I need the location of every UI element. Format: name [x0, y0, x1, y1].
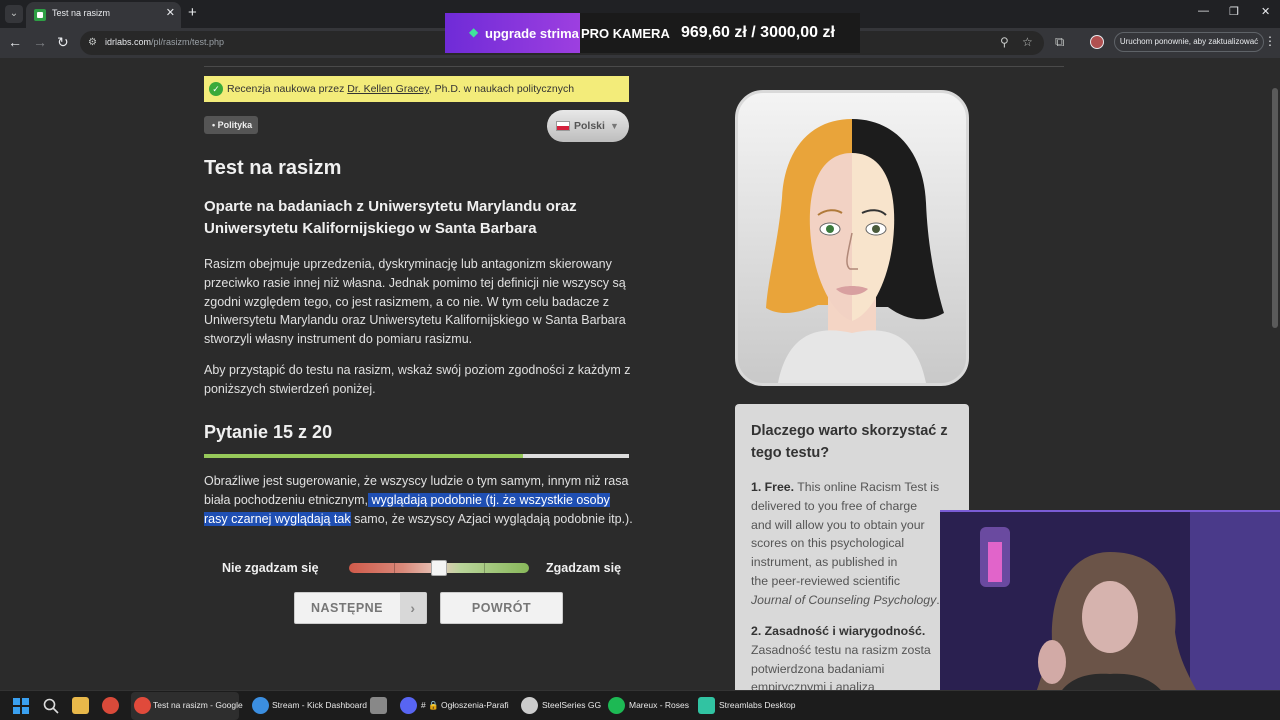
- minimize-icon[interactable]: —: [1198, 5, 1209, 17]
- page-title: Test na rasizm: [204, 157, 342, 179]
- point-2-label: 2. Zasadność i wiarygodność.: [751, 624, 926, 638]
- category-tag[interactable]: • Polityka: [204, 116, 259, 134]
- tab-close-icon[interactable]: ✕: [166, 6, 175, 19]
- point-1-line: This online Racism Test is: [794, 480, 940, 494]
- url-path: /pl/rasizm/test.php: [151, 37, 225, 47]
- agreement-slider[interactable]: [349, 560, 529, 576]
- sidebox-point-1: 1. Free. This online Racism Test is deli…: [751, 478, 969, 610]
- slider-handle[interactable]: [431, 560, 447, 576]
- slider-tick: [484, 563, 485, 573]
- question-text: Obraźliwe jest sugerowanie, że wszyscy l…: [204, 472, 634, 528]
- point-1-label: 1. Free.: [751, 480, 795, 494]
- caret-down-icon: ▼: [610, 121, 619, 131]
- agree-label: Zgadzam się: [546, 561, 622, 575]
- reload-icon[interactable]: ↻: [57, 34, 69, 51]
- review-prefix: Recenzja naukowa przez: [227, 83, 348, 95]
- streamlabs-icon: [698, 697, 715, 714]
- spotify-icon: [608, 697, 625, 714]
- url-text[interactable]: idrlabs.com/pl/rasizm/test.php: [105, 37, 224, 47]
- divider: [204, 66, 1064, 67]
- restore-icon[interactable]: ❐: [1229, 5, 1239, 18]
- intro-paragraph-1: Rasizm obejmuje uprzedzenia, dyskryminac…: [204, 257, 626, 347]
- review-banner: ✓ Recenzja naukowa przez Dr. Kellen Grac…: [204, 76, 629, 102]
- question-progress-fill: [204, 454, 523, 458]
- taskbar-item-label[interactable]: Streamlabs Desktop: [719, 700, 796, 710]
- forward-icon[interactable]: →: [33, 34, 47, 50]
- chrome-app-icon: [252, 697, 269, 714]
- review-suffix: , Ph.D. w naukach politycznych: [428, 83, 575, 95]
- overlay-label: upgrade strima: [485, 26, 579, 41]
- zoom-icon[interactable]: ⚲: [1000, 35, 1009, 49]
- app-icon[interactable]: [370, 697, 387, 714]
- journal-name: Journal of Counseling Psychology: [751, 592, 937, 607]
- page-subtitle: Oparte na badaniach z Uniwersytetu Maryl…: [204, 198, 577, 237]
- tab-active[interactable]: Test na rasizm ✕: [26, 2, 181, 28]
- face-illustration: [735, 90, 969, 386]
- point-1-line: scores on this psychological: [751, 536, 905, 551]
- review-text: Recenzja naukowa przez Dr. Kellen Gracey…: [227, 83, 574, 95]
- overlay-progress: 969,60 zł / 3000,00 zł: [681, 24, 835, 41]
- stream-goal-overlay: ◆ upgrade strima PRO KAMERA 969,60 zł / …: [445, 13, 860, 53]
- question-progress-bar: [204, 454, 629, 458]
- steelseries-icon: [521, 697, 538, 714]
- taskbar-item-label[interactable]: Mareux - Roses: [629, 700, 689, 710]
- language-select[interactable]: Polski ▼: [547, 110, 629, 142]
- disagree-label: Nie zgadzam się: [222, 561, 319, 575]
- question-title: Pytanie 15 z 20: [204, 422, 333, 442]
- why-take-test-box: Dlaczego warto skorzystać z tego testu? …: [735, 404, 969, 690]
- point-2-line: Zasadność testu na rasizm zosta: [751, 642, 931, 657]
- diamond-icon: ◆: [469, 25, 479, 39]
- taskbar-item-label[interactable]: Test na rasizm - Google: [153, 700, 243, 710]
- half-face-icon: [766, 119, 944, 383]
- point-2-line: potwierdzona badaniami: [751, 661, 885, 676]
- next-button-label: NASTĘPNE: [310, 601, 384, 615]
- taskbar-item-label[interactable]: # 🔒 Ogłoszenia-Parafia...: [421, 700, 509, 711]
- next-button[interactable]: NASTĘPNE ›: [294, 592, 427, 624]
- taskbar-item-label[interactable]: Stream - Kick Dashboard: [272, 700, 367, 710]
- avatar[interactable]: [1090, 35, 1104, 49]
- discord-icon: [400, 697, 417, 714]
- tab-list-button[interactable]: ⌄: [5, 5, 23, 23]
- sidebox-title: Dlaczego warto skorzystać z tego testu?: [751, 423, 948, 461]
- scrollbar-thumb[interactable]: [1272, 88, 1278, 328]
- poland-flag-icon: [556, 121, 570, 131]
- extensions-icon[interactable]: ⧉: [1055, 34, 1064, 50]
- chevron-down-icon: ⌄: [9, 8, 19, 19]
- back-icon[interactable]: ←: [8, 34, 22, 50]
- kebab-icon[interactable]: ⋮: [1264, 34, 1276, 48]
- point-1-line: and will allow you to obtain your: [751, 517, 925, 532]
- chrome-icon[interactable]: [102, 697, 119, 714]
- tab-title: Test na rasizm: [52, 8, 111, 18]
- webcam-overlay: [940, 510, 1280, 720]
- chevron-right-icon: ›: [400, 593, 426, 623]
- point-1-line: instrument, as published in: [751, 555, 898, 570]
- taskbar-item-label[interactable]: SteelSeries GG: [542, 700, 601, 710]
- question-text-end: samo, że wszyscy Azjaci wyglądają podobn…: [350, 511, 633, 526]
- reviewer-link[interactable]: Dr. Kellen Gracey: [347, 83, 429, 95]
- file-explorer-icon[interactable]: [72, 697, 89, 714]
- check-icon: ✓: [209, 82, 223, 96]
- slider-tick: [394, 563, 395, 573]
- overlay-item: PRO KAMERA: [581, 26, 670, 41]
- window-close-icon[interactable]: ✕: [1261, 5, 1270, 18]
- url-host: idrlabs.com: [105, 37, 152, 47]
- point-2-line: empirycznymi i analiza: [751, 680, 875, 690]
- os-taskbar: Test na rasizm - Google Stream - Kick Da…: [0, 690, 1280, 720]
- sidebox-point-2: 2. Zasadność i wiarygodność. Zasadność t…: [751, 622, 969, 690]
- star-icon[interactable]: ☆: [1022, 35, 1033, 49]
- update-restart-button[interactable]: Uruchom ponownie, aby zaktualizować: [1114, 32, 1264, 52]
- streamer-camera-icon: [940, 512, 1280, 720]
- language-label: Polski: [574, 120, 605, 132]
- overlay-label-box: ◆ upgrade strima: [445, 13, 580, 53]
- back-button[interactable]: POWRÓT: [440, 592, 563, 624]
- windows-start-icon[interactable]: [13, 698, 29, 714]
- intro-paragraph-2: Aby przystąpić do testu na rasizm, wskaż…: [204, 363, 631, 396]
- chrome-app-icon: [134, 697, 151, 714]
- point-1-line: the peer-reviewed scientific: [751, 573, 900, 588]
- site-info-icon[interactable]: ⚙: [88, 37, 97, 48]
- search-icon[interactable]: [43, 698, 59, 714]
- new-tab-icon[interactable]: +: [188, 4, 197, 21]
- idrlabs-favicon-icon: [34, 9, 46, 21]
- point-1-line: delivered to you free of charge: [751, 498, 918, 513]
